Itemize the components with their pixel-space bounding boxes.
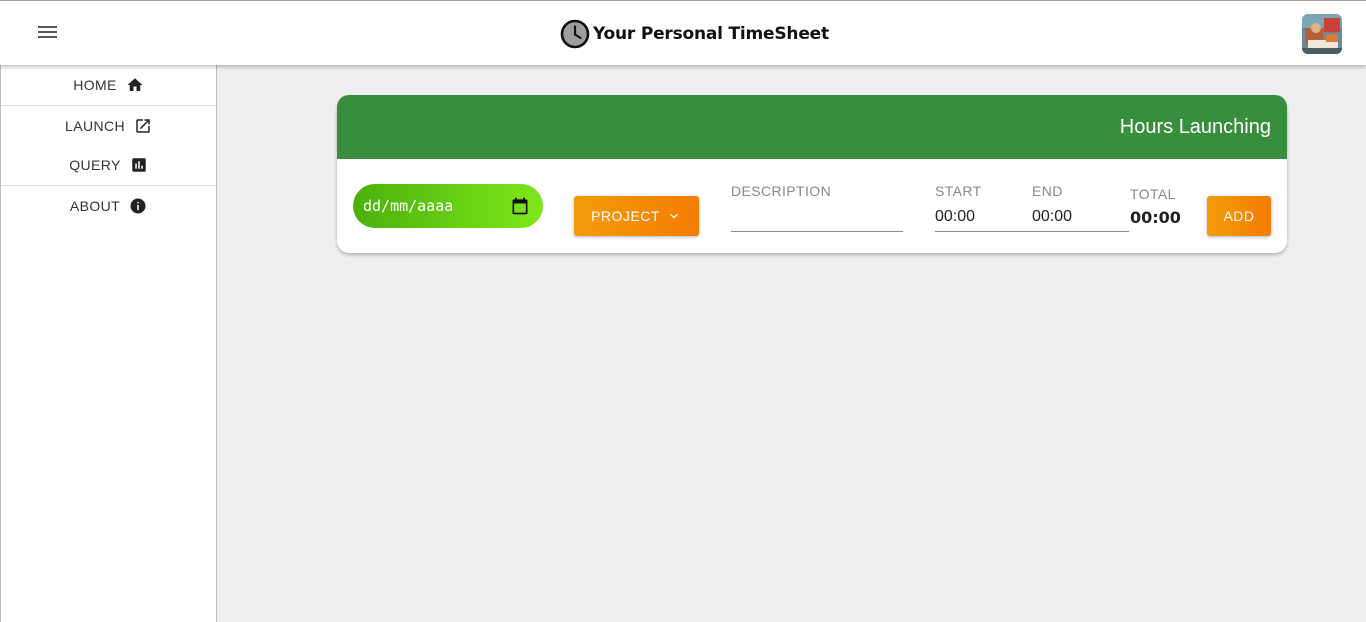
app-brand: Your Personal TimeSheet (560, 19, 829, 49)
clock-icon (560, 19, 590, 49)
end-time-field[interactable] (1032, 202, 1129, 232)
sidebar-item-about[interactable]: ABOUT (1, 185, 216, 225)
sidebar-item-label: LAUNCH (65, 117, 125, 134)
add-button[interactable]: ADD (1207, 196, 1271, 236)
card-title: Hours Launching (1119, 116, 1271, 138)
sidebar-item-home[interactable]: HOME (1, 65, 216, 105)
total-label: TOTAL (1130, 186, 1176, 202)
description-label: DESCRIPTION (731, 183, 832, 199)
home-icon (127, 78, 143, 91)
description-field[interactable] (731, 202, 903, 232)
total-value: 00:00 (1130, 208, 1181, 227)
hours-launching-card: Hours Launching dd/mm/aaaa PROJECT DESCR… (337, 95, 1287, 253)
start-label: START (935, 183, 982, 199)
sidebar-item-label: ABOUT (69, 197, 121, 214)
card-header: Hours Launching (337, 95, 1287, 159)
start-time-field[interactable] (935, 202, 1033, 232)
sidebar-item-label: HOME (73, 77, 117, 93)
menu-icon[interactable] (36, 23, 60, 43)
date-placeholder: dd/mm/aaaa (363, 197, 454, 215)
chevron-down-icon (669, 213, 678, 219)
add-label: ADD (1223, 208, 1255, 224)
end-label: END (1032, 183, 1063, 199)
date-input[interactable]: dd/mm/aaaa (353, 184, 543, 228)
sidebar-item-query[interactable]: QUERY (1, 145, 216, 185)
calendar-icon[interactable] (510, 196, 530, 216)
page-title: Your Personal TimeSheet (593, 24, 829, 44)
app-bar: Your Personal TimeSheet (0, 0, 1366, 65)
project-dropdown-button[interactable]: PROJECT (574, 196, 699, 236)
project-label: PROJECT (591, 208, 660, 224)
bar-chart-icon (132, 158, 146, 172)
sidebar-item-launch[interactable]: LAUNCH (1, 105, 216, 145)
sidebar-item-label: QUERY (69, 157, 121, 173)
user-avatar[interactable] (1302, 14, 1342, 54)
info-icon (130, 198, 146, 213)
open-in-new-icon (136, 118, 150, 133)
sidebar: HOME LAUNCH QUERY ABOUT (0, 65, 217, 622)
